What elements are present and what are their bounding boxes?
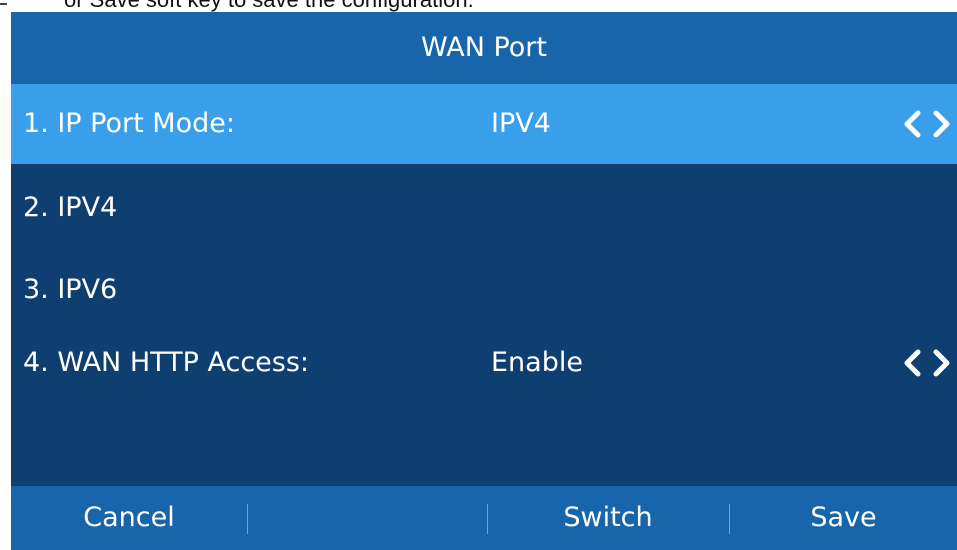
menu-item-ipv6[interactable]: 3. IPV6 [11, 250, 957, 330]
value-switcher [901, 323, 953, 403]
document-snippet: or Save soft key to save the configurati… [0, 0, 957, 12]
menu-item-ipv4[interactable]: 2. IPV4 [11, 168, 957, 248]
bullet-mark [0, 3, 7, 5]
menu-item-wan-http-access[interactable]: 4. WAN HTTP Access: Enable [11, 323, 957, 403]
chevron-right-icon[interactable] [931, 109, 953, 139]
value-switcher [901, 84, 953, 164]
softkey-bar: Cancel Switch Save [11, 486, 957, 550]
menu-item-label: 2. IPV4 [23, 192, 118, 223]
menu-item-label: 4. WAN HTTP Access: [23, 347, 310, 378]
menu-item-label: 3. IPV6 [23, 274, 118, 305]
empty-softkey[interactable] [248, 486, 484, 550]
switch-softkey[interactable]: Switch [488, 486, 728, 550]
screen-title: WAN Port [421, 32, 547, 63]
chevron-left-icon[interactable] [901, 348, 923, 378]
menu-item-value: IPV4 [491, 108, 551, 139]
menu-item-label: 1. IP Port Mode: [23, 108, 235, 139]
document-text: or Save soft key to save the configurati… [64, 0, 474, 11]
cancel-softkey[interactable]: Cancel [11, 486, 247, 550]
title-bar: WAN Port [11, 12, 957, 84]
chevron-right-icon[interactable] [931, 348, 953, 378]
save-softkey[interactable]: Save [730, 486, 957, 550]
chevron-left-icon[interactable] [901, 109, 923, 139]
menu-item-value: Enable [491, 347, 583, 378]
menu-item-ip-port-mode[interactable]: 1. IP Port Mode: IPV4 [11, 84, 957, 164]
phone-screen: WAN Port 1. IP Port Mode: IPV4 2. IPV4 3… [11, 12, 957, 550]
